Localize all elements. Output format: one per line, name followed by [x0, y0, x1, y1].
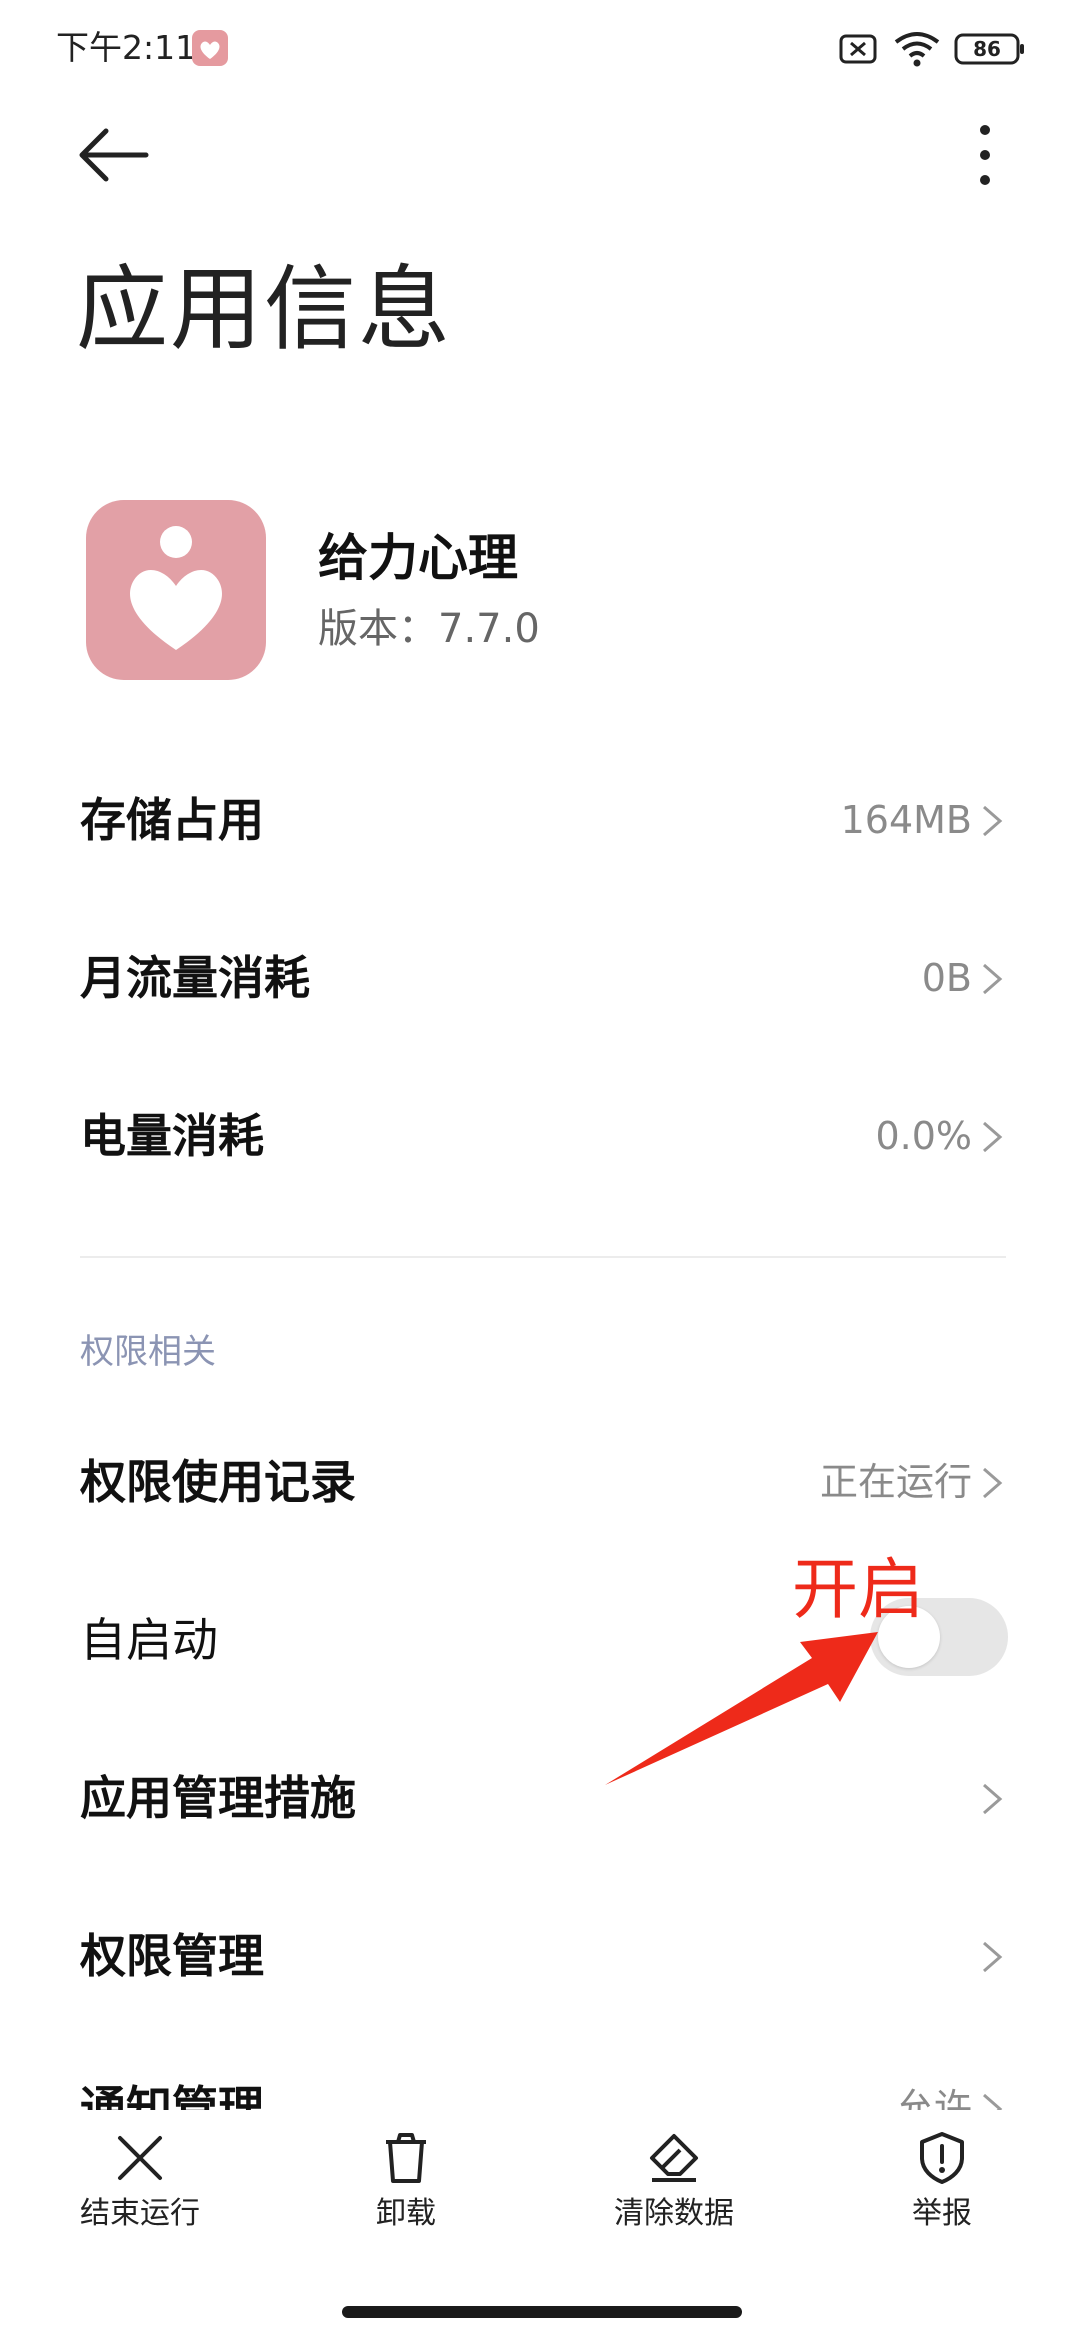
report-label: 举报	[912, 2196, 972, 2231]
app-management-label: 应用管理措施	[80, 1771, 356, 1825]
wifi-icon	[892, 30, 942, 68]
app-management-row[interactable]: 应用管理措施	[0, 1748, 1080, 1848]
report-button[interactable]: 举报	[842, 2130, 1042, 2236]
uninstall-button[interactable]: 卸载	[306, 2130, 506, 2236]
clear-data-button[interactable]: 清除数据	[574, 2130, 774, 2236]
app-icon	[86, 500, 266, 680]
more-options-icon[interactable]	[968, 120, 1002, 190]
uninstall-label: 卸载	[376, 2196, 436, 2231]
chevron-right-icon	[983, 1121, 1003, 1153]
chevron-right-icon	[983, 1941, 1003, 1973]
annotation-arrow-icon	[605, 1632, 878, 1785]
status-time: 下午2:11	[56, 28, 197, 67]
battery-level: 86	[973, 37, 1001, 61]
shield-alert-icon	[920, 2132, 964, 2184]
section-header-permissions: 权限相关	[80, 1332, 216, 1372]
permission-usage-label: 权限使用记录	[80, 1455, 356, 1509]
status-notification-app-icon	[192, 30, 228, 66]
trash-icon	[386, 2133, 426, 2183]
force-stop-label: 结束运行	[80, 2196, 200, 2231]
chevron-right-icon	[983, 1783, 1003, 1815]
page-title: 应用信息	[76, 256, 453, 363]
close-icon	[118, 2136, 162, 2180]
app-version: 版本：7.7.0	[318, 606, 540, 652]
permission-management-row[interactable]: 权限管理	[0, 1906, 1080, 2006]
autostart-label: 自启动	[80, 1613, 218, 1667]
permission-usage-row[interactable]: 权限使用记录 正在运行	[0, 1432, 1080, 1532]
data-usage-row[interactable]: 月流量消耗 0B	[0, 928, 1080, 1028]
storage-value: 164MB	[840, 798, 972, 842]
divider	[80, 1256, 1006, 1258]
sim-error-icon	[838, 32, 878, 66]
permission-usage-value: 正在运行	[819, 1460, 972, 1504]
home-indicator[interactable]	[342, 2306, 742, 2318]
battery-icon: 86	[954, 32, 1026, 66]
back-arrow-icon[interactable]	[76, 125, 156, 185]
battery-usage-label: 电量消耗	[80, 1109, 264, 1163]
storage-label: 存储占用	[80, 793, 264, 847]
chevron-right-icon	[983, 805, 1003, 837]
chevron-right-icon	[983, 1467, 1003, 1499]
eraser-icon	[650, 2134, 698, 2182]
battery-usage-row[interactable]: 电量消耗 0.0%	[0, 1086, 1080, 1186]
chevron-right-icon	[983, 963, 1003, 995]
storage-row[interactable]: 存储占用 164MB	[0, 770, 1080, 870]
clear-data-label: 清除数据	[614, 2196, 734, 2231]
permission-management-label: 权限管理	[80, 1929, 264, 1983]
battery-usage-value: 0.0%	[875, 1114, 972, 1158]
app-name: 给力心理	[318, 529, 518, 587]
data-usage-value: 0B	[921, 956, 972, 1000]
data-usage-label: 月流量消耗	[80, 951, 310, 1005]
force-stop-button[interactable]: 结束运行	[40, 2130, 240, 2236]
